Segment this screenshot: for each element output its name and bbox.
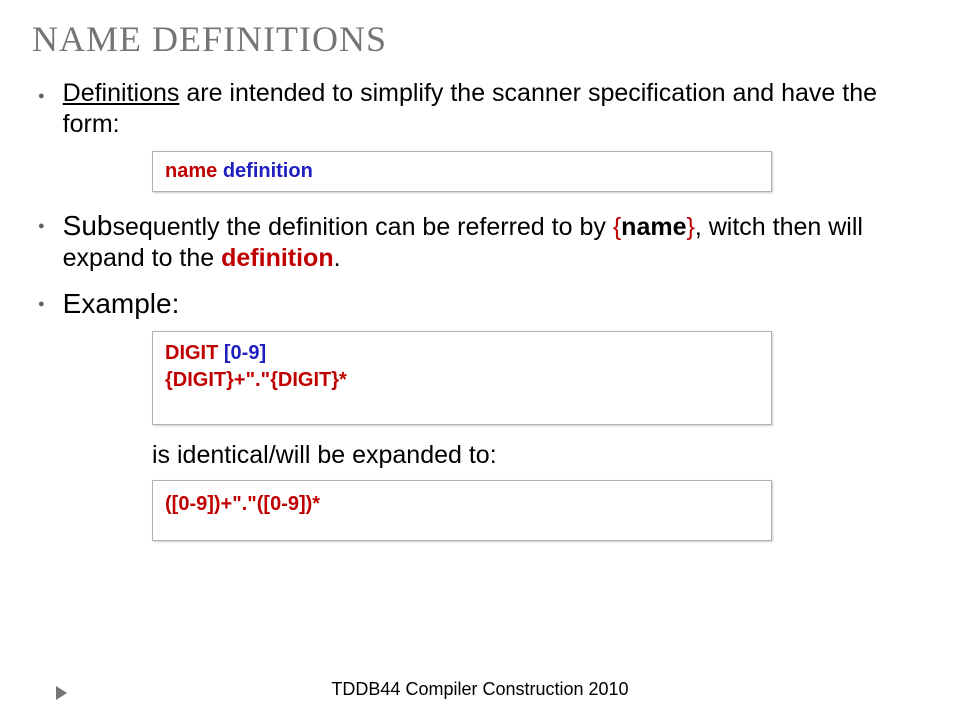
- bullet-text-1: Definitions are intended to simplify the…: [63, 78, 928, 141]
- digit-def: [0-9]: [224, 342, 266, 364]
- definitions-underlined: Definitions: [63, 79, 180, 107]
- expanded-label: is identical/will be expanded to:: [152, 441, 928, 470]
- expanded-code: ([0-9])+"."([0-9])*: [165, 493, 320, 515]
- digit-name: DIGIT: [165, 342, 224, 364]
- code-name: name: [165, 160, 217, 182]
- bullet-marker: ●: [38, 90, 45, 102]
- b2-part1: sequently the definition can be referred…: [112, 213, 612, 241]
- definition-word: definition: [221, 244, 333, 272]
- bullet-item-3: ● Example:: [32, 286, 928, 321]
- code-line-2: {DIGIT}+"."{DIGIT}*: [165, 367, 759, 394]
- code-definition: definition: [223, 160, 313, 182]
- brace-close: }: [686, 213, 694, 241]
- name-word: name: [621, 213, 686, 241]
- brace-open: {: [613, 213, 621, 241]
- bullet-marker: ●: [38, 220, 45, 232]
- code-box-expanded: ([0-9])+"."([0-9])*: [152, 480, 772, 541]
- bullet-text-3: Example:: [63, 286, 180, 321]
- bullet1-rest: are intended to simplify the scanner spe…: [63, 79, 877, 138]
- code-box-name-definition: name definition: [152, 151, 772, 192]
- footer-text: TDDB44 Compiler Construction 2010: [0, 679, 960, 700]
- b2-part3: .: [334, 244, 341, 272]
- bullet-text-2: Subsequently the definition can be refer…: [63, 208, 928, 275]
- bullet-item-2: ● Subsequently the definition can be ref…: [32, 208, 928, 275]
- sub-prefix: Sub: [63, 210, 113, 241]
- code-box-digit-example: DIGIT [0-9] {DIGIT}+"."{DIGIT}*: [152, 331, 772, 425]
- bullet-item-1: ● Definitions are intended to simplify t…: [32, 78, 928, 141]
- slide-title: NAME DEFINITIONS: [32, 18, 928, 60]
- bullet-marker: ●: [38, 298, 45, 310]
- example-label: Example:: [63, 288, 180, 319]
- code-line-1: DIGIT [0-9]: [165, 340, 759, 367]
